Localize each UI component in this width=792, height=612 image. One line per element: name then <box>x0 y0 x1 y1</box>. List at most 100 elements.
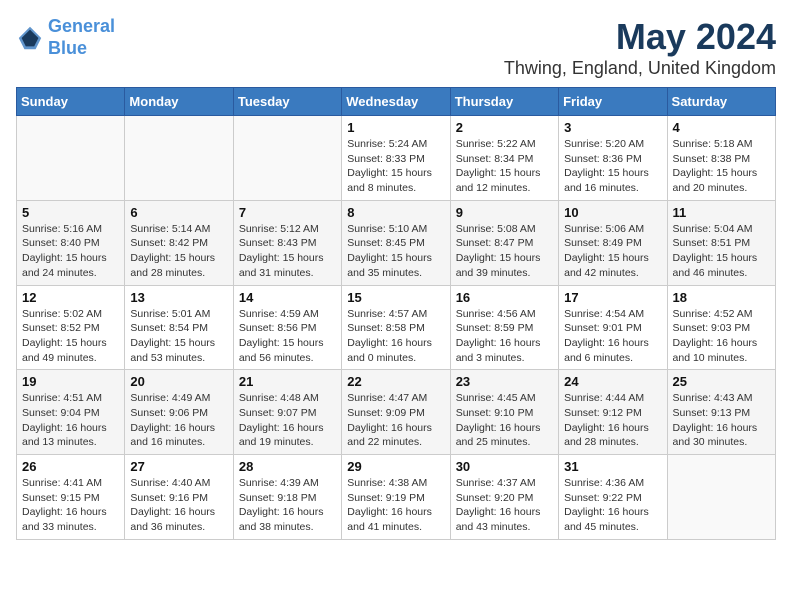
calendar-cell: 3 Sunrise: 5:20 AMSunset: 8:36 PMDaylight… <box>559 116 667 201</box>
day-info: Sunrise: 4:52 AMSunset: 9:03 PMDaylight:… <box>673 307 770 366</box>
day-number: 28 <box>239 459 336 474</box>
day-info: Sunrise: 5:12 AMSunset: 8:43 PMDaylight:… <box>239 222 336 281</box>
calendar-cell <box>17 116 125 201</box>
day-info: Sunrise: 4:49 AMSunset: 9:06 PMDaylight:… <box>130 391 227 450</box>
calendar-cell: 1Sunrise: 5:24 AMSunset: 8:33 PMDaylight… <box>342 116 450 201</box>
day-number: 30 <box>456 459 553 474</box>
day-number: 27 <box>130 459 227 474</box>
weekday-header-tuesday: Tuesday <box>233 88 341 116</box>
day-number: 26 <box>22 459 119 474</box>
day-number: 7 <box>239 205 336 220</box>
day-info: Sunrise: 4:47 AMSunset: 9:09 PMDaylight:… <box>347 391 444 450</box>
day-number: 9 <box>456 205 553 220</box>
day-info: Sunrise: 4:48 AMSunset: 9:07 PMDaylight:… <box>239 391 336 450</box>
week-row-3: 12Sunrise: 5:02 AMSunset: 8:52 PMDayligh… <box>17 285 776 370</box>
day-info: Sunrise: 5:06 AMSunset: 8:49 PMDaylight:… <box>564 222 661 281</box>
location-title: Thwing, England, United Kingdom <box>504 58 776 79</box>
calendar-cell <box>233 116 341 201</box>
day-number: 4 <box>673 120 770 135</box>
logo-icon <box>16 24 44 52</box>
day-number: 5 <box>22 205 119 220</box>
calendar-cell: 25 Sunrise: 4:43 AMSunset: 9:13 PMDayligh… <box>667 370 775 455</box>
calendar-cell: 19 Sunrise: 4:51 AMSunset: 9:04 PMDayligh… <box>17 370 125 455</box>
week-row-5: 26 Sunrise: 4:41 AMSunset: 9:15 PMDayligh… <box>17 455 776 540</box>
day-info: Sunrise: 4:54 AMSunset: 9:01 PMDaylight:… <box>564 307 661 366</box>
day-number: 6 <box>130 205 227 220</box>
month-title: May 2024 <box>504 16 776 58</box>
day-number: 24 <box>564 374 661 389</box>
week-row-1: 1Sunrise: 5:24 AMSunset: 8:33 PMDaylight… <box>17 116 776 201</box>
weekday-header-monday: Monday <box>125 88 233 116</box>
calendar-cell: 10 Sunrise: 5:06 AMSunset: 8:49 PMDayligh… <box>559 200 667 285</box>
day-number: 3 <box>564 120 661 135</box>
day-info: Sunrise: 5:20 AMSunset: 8:36 PMDaylight:… <box>564 137 661 196</box>
calendar-table: SundayMondayTuesdayWednesdayThursdayFrid… <box>16 87 776 540</box>
day-number: 20 <box>130 374 227 389</box>
calendar-cell: 5 Sunrise: 5:16 AMSunset: 8:40 PMDaylight… <box>17 200 125 285</box>
calendar-cell: 17Sunrise: 4:54 AMSunset: 9:01 PMDayligh… <box>559 285 667 370</box>
calendar-cell: 28 Sunrise: 4:39 AMSunset: 9:18 PMDayligh… <box>233 455 341 540</box>
day-number: 2 <box>456 120 553 135</box>
day-number: 12 <box>22 290 119 305</box>
day-info: Sunrise: 5:01 AMSunset: 8:54 PMDaylight:… <box>130 307 227 366</box>
day-info: Sunrise: 5:10 AMSunset: 8:45 PMDaylight:… <box>347 222 444 281</box>
day-number: 8 <box>347 205 444 220</box>
day-number: 10 <box>564 205 661 220</box>
day-number: 18 <box>673 290 770 305</box>
day-number: 11 <box>673 205 770 220</box>
calendar-cell: 18 Sunrise: 4:52 AMSunset: 9:03 PMDayligh… <box>667 285 775 370</box>
calendar-cell: 8 Sunrise: 5:10 AMSunset: 8:45 PMDaylight… <box>342 200 450 285</box>
logo: General Blue <box>16 16 115 59</box>
day-info: Sunrise: 4:40 AMSunset: 9:16 PMDaylight:… <box>130 476 227 535</box>
day-number: 16 <box>456 290 553 305</box>
day-number: 21 <box>239 374 336 389</box>
weekday-header-saturday: Saturday <box>667 88 775 116</box>
calendar-cell: 12Sunrise: 5:02 AMSunset: 8:52 PMDayligh… <box>17 285 125 370</box>
calendar-cell: 22 Sunrise: 4:47 AMSunset: 9:09 PMDayligh… <box>342 370 450 455</box>
day-info: Sunrise: 4:39 AMSunset: 9:18 PMDaylight:… <box>239 476 336 535</box>
day-number: 15 <box>347 290 444 305</box>
week-row-2: 5 Sunrise: 5:16 AMSunset: 8:40 PMDaylight… <box>17 200 776 285</box>
day-number: 13 <box>130 290 227 305</box>
logo-text: General Blue <box>48 16 115 59</box>
day-info: Sunrise: 5:16 AMSunset: 8:40 PMDaylight:… <box>22 222 119 281</box>
calendar-cell: 7 Sunrise: 5:12 AMSunset: 8:43 PMDaylight… <box>233 200 341 285</box>
day-info: Sunrise: 4:43 AMSunset: 9:13 PMDaylight:… <box>673 391 770 450</box>
day-info: Sunrise: 4:51 AMSunset: 9:04 PMDaylight:… <box>22 391 119 450</box>
calendar-cell <box>125 116 233 201</box>
day-number: 22 <box>347 374 444 389</box>
calendar-cell: 21 Sunrise: 4:48 AMSunset: 9:07 PMDayligh… <box>233 370 341 455</box>
calendar-cell: 23Sunrise: 4:45 AMSunset: 9:10 PMDayligh… <box>450 370 558 455</box>
day-info: Sunrise: 5:04 AMSunset: 8:51 PMDaylight:… <box>673 222 770 281</box>
day-info: Sunrise: 4:59 AMSunset: 8:56 PMDaylight:… <box>239 307 336 366</box>
day-number: 23 <box>456 374 553 389</box>
day-number: 25 <box>673 374 770 389</box>
calendar-cell: 31Sunrise: 4:36 AMSunset: 9:22 PMDayligh… <box>559 455 667 540</box>
calendar-cell: 4 Sunrise: 5:18 AMSunset: 8:38 PMDaylight… <box>667 116 775 201</box>
weekday-header-row: SundayMondayTuesdayWednesdayThursdayFrid… <box>17 88 776 116</box>
day-number: 19 <box>22 374 119 389</box>
calendar-cell: 16 Sunrise: 4:56 AMSunset: 8:59 PMDayligh… <box>450 285 558 370</box>
calendar-cell: 20 Sunrise: 4:49 AMSunset: 9:06 PMDayligh… <box>125 370 233 455</box>
day-info: Sunrise: 4:36 AMSunset: 9:22 PMDaylight:… <box>564 476 661 535</box>
day-info: Sunrise: 4:41 AMSunset: 9:15 PMDaylight:… <box>22 476 119 535</box>
calendar-cell: 13 Sunrise: 5:01 AMSunset: 8:54 PMDayligh… <box>125 285 233 370</box>
title-block: May 2024 Thwing, England, United Kingdom <box>504 16 776 79</box>
calendar-cell: 24Sunrise: 4:44 AMSunset: 9:12 PMDayligh… <box>559 370 667 455</box>
weekday-header-thursday: Thursday <box>450 88 558 116</box>
calendar-cell: 11 Sunrise: 5:04 AMSunset: 8:51 PMDayligh… <box>667 200 775 285</box>
week-row-4: 19 Sunrise: 4:51 AMSunset: 9:04 PMDayligh… <box>17 370 776 455</box>
day-info: Sunrise: 4:37 AMSunset: 9:20 PMDaylight:… <box>456 476 553 535</box>
day-info: Sunrise: 4:56 AMSunset: 8:59 PMDaylight:… <box>456 307 553 366</box>
calendar-cell: 26 Sunrise: 4:41 AMSunset: 9:15 PMDayligh… <box>17 455 125 540</box>
calendar-cell: 29 Sunrise: 4:38 AMSunset: 9:19 PMDayligh… <box>342 455 450 540</box>
day-info: Sunrise: 5:18 AMSunset: 8:38 PMDaylight:… <box>673 137 770 196</box>
day-info: Sunrise: 4:57 AMSunset: 8:58 PMDaylight:… <box>347 307 444 366</box>
weekday-header-sunday: Sunday <box>17 88 125 116</box>
calendar-cell: 14Sunrise: 4:59 AMSunset: 8:56 PMDayligh… <box>233 285 341 370</box>
calendar-cell <box>667 455 775 540</box>
day-info: Sunrise: 4:38 AMSunset: 9:19 PMDaylight:… <box>347 476 444 535</box>
calendar-cell: 27 Sunrise: 4:40 AMSunset: 9:16 PMDayligh… <box>125 455 233 540</box>
day-number: 29 <box>347 459 444 474</box>
calendar-cell: 9Sunrise: 5:08 AMSunset: 8:47 PMDaylight… <box>450 200 558 285</box>
